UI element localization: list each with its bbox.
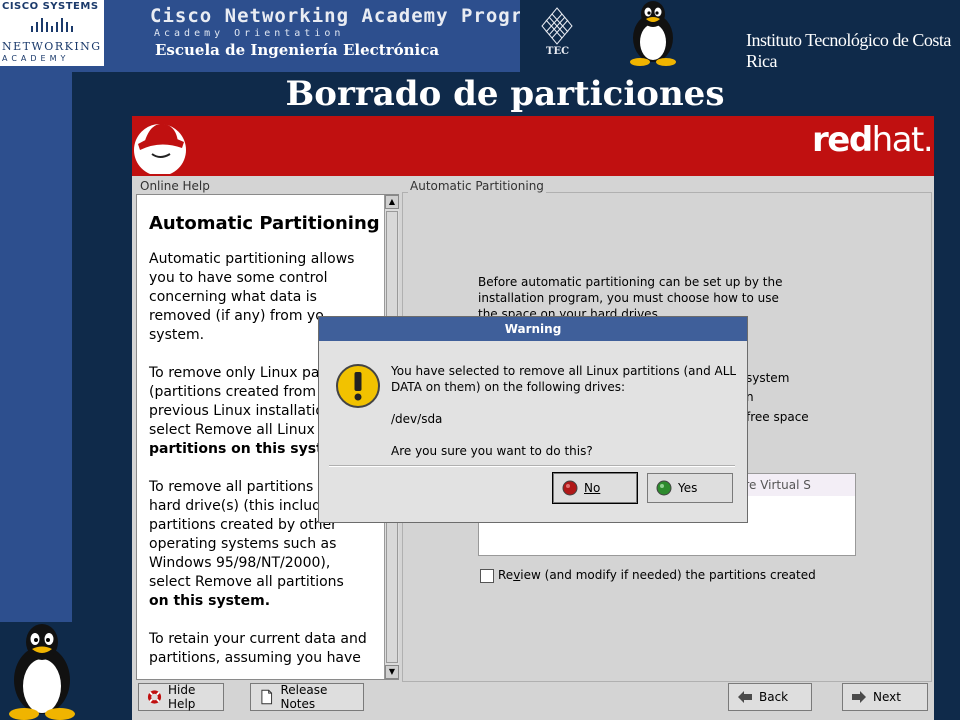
review-checkbox[interactable] (480, 569, 494, 583)
help-line: removed (if any) from yo (149, 308, 324, 324)
tux-penguin-icon (9, 624, 75, 720)
help-paragraph: To retain your current data and partitio… (149, 630, 389, 668)
hide-help-label: Hide Help (168, 683, 196, 711)
yes-label: Yes (678, 481, 698, 495)
cisco-networking-text: NETWORKING (2, 40, 102, 53)
warning-dialog: Warning You have selected to remove all … (318, 316, 748, 523)
redhat-logo: redhat. (812, 120, 934, 160)
left-accent-bar (0, 72, 72, 622)
dialog-drive: /dev/sda (391, 412, 443, 426)
program-title: Cisco Networking Academy Program (150, 5, 549, 27)
tec-label: TEC (546, 46, 570, 57)
yes-button[interactable]: Yes (647, 473, 733, 503)
help-line: partitions on this syste (149, 441, 333, 457)
dialog-message: You have selected to remove all Linux pa… (391, 363, 737, 459)
help-line: To remove only Linux pa (149, 365, 320, 381)
warning-icon (336, 364, 380, 408)
next-label: Next (873, 690, 901, 704)
help-line: operating systems such as (149, 536, 337, 552)
help-line: on this system. (149, 593, 271, 609)
help-line: partitions, assuming you have (149, 650, 361, 666)
dialog-message-text: You have selected to remove all Linux pa… (391, 364, 737, 394)
lifebuoy-icon (147, 690, 162, 704)
institution-name: Instituto Tecnológico de Costa Rica (746, 30, 951, 71)
no-label: No (584, 481, 601, 495)
release-notes-button[interactable]: Release Notes (250, 683, 364, 711)
review-checkbox-label[interactable]: Review (and modify if needed) the partit… (498, 568, 816, 582)
radio-option-label[interactable]: free space (746, 410, 809, 424)
auto-partitioning-label: Automatic Partitioning (408, 179, 546, 193)
help-line: partitions created by other (149, 517, 337, 533)
cisco-logo: CISCO SYSTEMS NETWORKING ACADEMY (0, 0, 104, 66)
dialog-separator (329, 465, 735, 467)
tec-logo-icon (541, 7, 573, 45)
red-dot-icon (562, 480, 578, 496)
help-line: previous Linux installatio (149, 403, 324, 419)
next-button[interactable]: Next (842, 683, 928, 711)
school-name: Escuela de Ingeniería Electrónica (155, 41, 440, 59)
radio-option-label[interactable]: system (746, 371, 789, 385)
arrow-right-icon (852, 691, 866, 703)
help-line: select Remove all Linux (149, 422, 315, 438)
scroll-down-icon[interactable]: ▼ (385, 665, 399, 679)
back-button[interactable]: Back (728, 683, 812, 711)
help-line: Automatic partitioning allows (149, 251, 355, 267)
cisco-bars-icon (31, 18, 73, 32)
help-line: hard drive(s) (this includ (149, 498, 321, 514)
green-dot-icon (656, 480, 672, 496)
scroll-up-icon[interactable]: ▲ (385, 195, 399, 209)
online-help-label: Online Help (140, 179, 210, 193)
dialog-question: Are you sure you want to do this? (391, 444, 593, 458)
review-label-part: Re (498, 568, 514, 582)
slide-title: Borrado de particiones (285, 74, 725, 114)
cisco-brand-text: CISCO SYSTEMS (2, 1, 99, 12)
help-line: you to have some control (149, 270, 328, 286)
help-line: concerning what data is (149, 289, 317, 305)
help-line: select Remove all partitions (149, 574, 344, 590)
help-heading: Automatic Partitioning (149, 213, 380, 234)
drive-name: are Virtual S (737, 478, 811, 492)
shadowman-icon (134, 123, 186, 174)
back-label: Back (759, 690, 789, 704)
redhat-header: redhat. (132, 116, 934, 176)
review-label-part: iew (and modify if needed) the partition… (520, 568, 816, 582)
redhat-logo-red: red (812, 120, 873, 160)
cisco-academy-text: ACADEMY (2, 54, 70, 63)
help-line: To remove all partitions (149, 479, 314, 495)
tux-penguin-icon (630, 1, 676, 66)
help-line: (partitions created from a (149, 384, 330, 400)
auto-description: Before automatic partitioning can be set… (478, 275, 783, 321)
help-line: To retain your current data and (149, 631, 367, 647)
no-button[interactable]: No (552, 472, 638, 504)
arrow-left-icon (738, 691, 752, 703)
hide-help-button[interactable]: Hide Help (138, 683, 224, 711)
document-icon (261, 689, 273, 705)
redhat-logo-hat: hat. (871, 120, 934, 160)
dialog-title[interactable]: Warning (319, 317, 747, 341)
program-subtitle: Academy Orientation (154, 28, 345, 39)
help-line: system. (149, 327, 205, 343)
help-line: Windows 95/98/NT/2000), (149, 555, 331, 571)
release-notes-label: Release Notes (280, 683, 328, 711)
